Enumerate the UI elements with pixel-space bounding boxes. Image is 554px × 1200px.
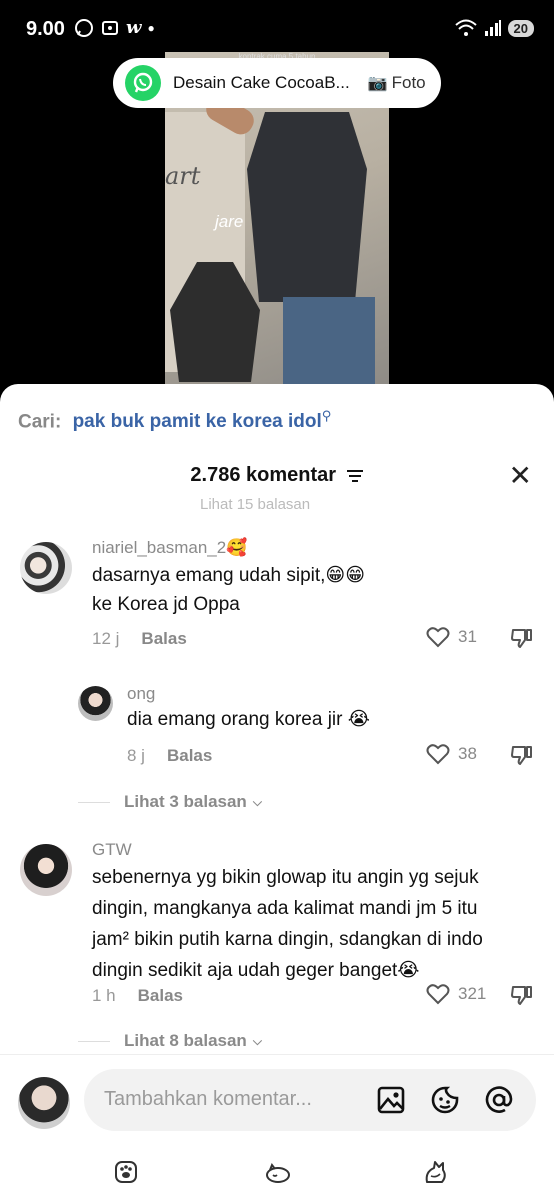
cat-back-icon[interactable] [422,1158,450,1186]
reply-button[interactable]: Balas [138,986,183,1005]
my-avatar[interactable] [18,1077,70,1129]
status-time: 9.00 [26,18,65,40]
paw-icon[interactable] [112,1158,140,1186]
like-count: 31 [458,627,477,646]
status-bar: 9.00 w ● 20 [0,0,554,58]
comment-reply-item: ong dia emang orang korea jir 😭 8 j Balas… [0,680,554,780]
reply-button[interactable]: Balas [141,629,186,648]
view-replies-button[interactable]: Lihat 3 balasan ⌵ [78,792,262,812]
chevron-down-icon: ⌵ [252,1033,262,1048]
heart-icon [426,744,450,765]
dislike-icon[interactable] [510,626,534,650]
comment-username[interactable]: ong [127,684,155,704]
notification-title: Desain Cake CocoaB... [173,73,350,92]
search-query[interactable]: pak buk pamit ke korea idol [73,411,322,432]
sticker-icon[interactable] [430,1085,460,1115]
camera-icon: 📷 [367,75,388,92]
like-count: 321 [458,984,487,1003]
avatar[interactable] [78,686,113,721]
view-replies-button[interactable]: Lihat 8 balasan ⌵ [78,1031,262,1051]
whatsapp-notification[interactable]: Desain Cake CocoaB... 📷 Foto [113,58,441,108]
heart-icon [426,984,450,1005]
like-button[interactable]: 38 [426,743,477,765]
comment-text: sebenernya yg bikin glowap itu angin yg … [92,867,479,888]
whatsapp-logo-icon [125,65,161,101]
search-label: Cari: [18,411,62,433]
comment-input-bar: Tambahkan komentar... [0,1054,554,1144]
comment-username[interactable]: niariel_basman_2🥰 [92,538,247,558]
close-icon[interactable]: ✕ [509,462,532,490]
comment-time: 12 j [92,629,120,648]
video-caption: jare [215,212,244,231]
comment-item: niariel_basman_2🥰 dasarnya emang udah si… [0,534,554,654]
comment-meta: 8 j Balas [127,746,212,766]
comment-item: GTW sebenernya yg bikin glowap itu angin… [0,838,554,1018]
view-replies-label: Lihat 8 balasan [124,1031,247,1050]
comment-text: dasarnya emang udah sipit,😁😁 [92,565,366,586]
dot-icon: ● [147,21,155,35]
like-button[interactable]: 31 [426,626,477,648]
comment-text: jam² bikin putih karna dingin, sdangkan … [92,929,483,950]
comment-meta: 1 h Balas [92,986,183,1006]
signal-icon [484,20,501,36]
comment-text: dingin sedikit aja udah geger banget😭 [92,960,420,981]
comment-text: ke Korea jd Oppa [92,594,240,615]
sort-filter-icon[interactable] [346,469,364,483]
comment-input[interactable]: Tambahkan komentar... [84,1069,536,1131]
system-nav-bar [0,1148,554,1200]
comment-count-header: 2.786 komentar [0,464,554,487]
sleeping-cat-icon[interactable] [264,1158,292,1186]
battery-level: 20 [507,19,534,37]
view-replies-label: Lihat 3 balasan [124,792,247,811]
search-suggestion[interactable]: Cari: pak buk pamit ke korea idol⚲ [18,408,331,433]
avatar[interactable] [20,844,72,896]
whatsapp-icon [75,19,93,37]
chevron-down-icon: ⌵ [252,794,262,809]
screenshot-icon [102,21,118,35]
comment-meta: 12 j Balas [92,629,187,649]
status-right: 20 [454,18,534,38]
comment-text: dia emang orang korea jir 😭 [127,709,370,730]
comment-text: dingin, mangkanya ada kalimat mandi jm 5… [92,898,478,919]
previous-replies-hidden: Lihat 15 balasan [200,496,311,510]
comment-sheet: Cari: pak buk pamit ke korea idol⚲ 2.786… [0,384,554,1200]
divider [78,801,110,803]
dislike-icon[interactable] [510,983,534,1007]
dislike-icon[interactable] [510,743,534,767]
status-notification-icons: w ● [74,17,155,39]
mention-icon[interactable] [484,1085,514,1115]
video-person [247,112,367,302]
divider [78,1040,110,1042]
avatar[interactable] [20,542,72,594]
notification-attachment: Foto [391,73,426,92]
search-icon: ⚲ [321,408,332,423]
comment-input-placeholder: Tambahkan komentar... [104,1088,312,1110]
video-jeans [283,297,375,392]
heart-icon [426,627,450,648]
like-count: 38 [458,744,477,763]
like-button[interactable]: 321 [426,983,486,1005]
app-w-icon: w [126,17,142,38]
comment-time: 8 j [127,746,145,765]
comment-time: 1 h [92,986,116,1005]
video-wall-text: art [165,162,201,190]
reply-button[interactable]: Balas [167,746,212,765]
comment-username[interactable]: GTW [92,840,132,860]
wifi-icon [454,19,477,36]
comment-count: 2.786 komentar [190,464,337,486]
image-picker-icon[interactable] [376,1085,406,1115]
